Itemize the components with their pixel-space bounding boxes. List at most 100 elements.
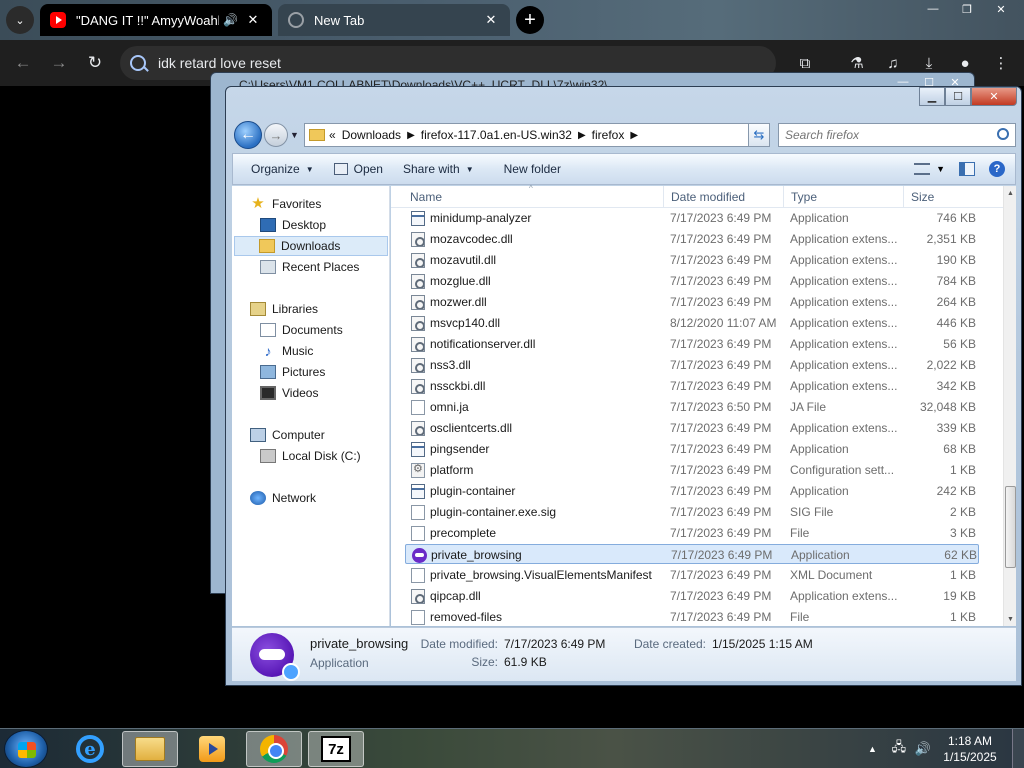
media-control-icon[interactable]: ♫ [882, 52, 904, 74]
sidebar-item-libraries[interactable]: Libraries [250, 299, 318, 319]
share-with-button[interactable]: Share with ▼ [393, 156, 484, 182]
omnibox-input[interactable] [158, 55, 758, 71]
scroll-down-arrow-icon[interactable]: ▼ [1004, 612, 1017, 626]
file-row[interactable]: plugin-container 7/17/2023 6:49 PM Applica… [405, 481, 979, 501]
help-icon[interactable]: ? [989, 161, 1005, 177]
file-row[interactable]: osclientcerts.dll 7/17/2023 6:49 PM Applic… [405, 418, 979, 438]
taskbar-windows-explorer[interactable] [122, 731, 178, 767]
chevron-right-icon[interactable]: ▶ [407, 130, 415, 141]
maximize-button[interactable]: ☐ [945, 87, 971, 106]
breadcrumb-downloads[interactable]: Downloads [342, 128, 401, 142]
scroll-up-arrow-icon[interactable]: ▲ [1004, 186, 1017, 200]
file-row[interactable]: omni.ja 7/17/2023 6:50 PM JA File 32,048 KB [405, 397, 979, 417]
file-row[interactable]: msvcp140.dll 8/12/2020 11:07 AM Applicatio… [405, 313, 979, 333]
sidebar-item-computer[interactable]: Computer [250, 425, 325, 445]
sidebar-item-desktop[interactable]: Desktop [260, 215, 326, 235]
file-size: 342 KB [936, 379, 976, 393]
chevron-right-icon[interactable]: ▶ [630, 130, 638, 141]
file-row[interactable]: private_browsing.VisualElementsManifest 7… [405, 565, 979, 585]
file-row[interactable]: nss3.dll 7/17/2023 6:49 PM Application ext… [405, 355, 979, 375]
sidebar-item-documents[interactable]: Documents [260, 320, 343, 340]
column-header-size[interactable]: Size [911, 190, 934, 204]
file-row[interactable]: qipcap.dll 7/17/2023 6:49 PM Application e… [405, 586, 979, 606]
sidebar-item-favorites[interactable]: ★ Favorites [250, 194, 321, 214]
tab-search-button[interactable]: ⌄ [6, 6, 34, 34]
show-hidden-icons-icon[interactable]: ▲ [868, 744, 877, 754]
extensions-icon[interactable]: ⧉ [794, 52, 816, 74]
vertical-scrollbar[interactable]: ▲ ▼ [1003, 186, 1016, 626]
column-header-type[interactable]: Type [791, 190, 817, 204]
close-icon[interactable]: ✕ [482, 11, 500, 29]
new-tab-button[interactable]: + [516, 6, 544, 34]
taskbar-7zip[interactable]: 7z [308, 731, 364, 767]
download-icon[interactable]: ⤓ [918, 52, 940, 74]
organize-button[interactable]: Organize ▼ [241, 156, 324, 182]
sidebar-item-recent-places[interactable]: Recent Places [260, 257, 359, 277]
file-row[interactable]: nssckbi.dll 7/17/2023 6:49 PM Application … [405, 376, 979, 396]
column-divider[interactable] [663, 186, 664, 208]
tab-youtube[interactable]: "DANG IT !!" AmyyWoahh 🔊 ✕ [40, 4, 272, 36]
back-button[interactable]: ← [234, 121, 262, 149]
sidebar-item-pictures[interactable]: Pictures [260, 362, 325, 382]
file-row[interactable]: mozavcodec.dll 7/17/2023 6:49 PM Applicati… [405, 229, 979, 249]
minimize-button[interactable]: — [916, 0, 950, 18]
taskbar-media-player[interactable] [184, 731, 240, 767]
flask-icon[interactable]: ⚗ [846, 52, 868, 74]
close-icon[interactable]: ✕ [244, 11, 262, 29]
volume-icon[interactable]: 🔊 [915, 741, 931, 756]
file-row[interactable]: mozwer.dll 7/17/2023 6:49 PM Application e… [405, 292, 979, 312]
clock[interactable]: 1:18 AM 1/15/2025 [938, 733, 1002, 765]
file-row[interactable]: private_browsing 7/17/2023 6:49 PM Applica… [405, 544, 979, 564]
reload-icon[interactable]: ↻ [82, 50, 108, 76]
tab-new-tab[interactable]: New Tab ✕ [278, 4, 510, 36]
file-row[interactable]: mozavutil.dll 7/17/2023 6:49 PM Applicatio… [405, 250, 979, 270]
close-window-button[interactable]: ✕ [984, 0, 1018, 18]
refresh-button[interactable]: ⇆ [748, 123, 770, 147]
sidebar-item-network[interactable]: Network [250, 488, 316, 508]
search-field[interactable] [778, 123, 1016, 147]
file-row[interactable]: mozglue.dll 7/17/2023 6:49 PM Application … [405, 271, 979, 291]
forward-button[interactable]: → [264, 123, 288, 147]
speaker-icon[interactable]: 🔊 [223, 13, 238, 27]
minimize-button[interactable]: ▁ [919, 87, 945, 106]
file-row[interactable]: platform 7/17/2023 6:49 PM Configuration s… [405, 460, 979, 480]
breadcrumb-firefox-archive[interactable]: firefox-117.0a1.en-US.win32 [421, 128, 572, 142]
search-input[interactable] [785, 128, 985, 142]
back-arrow-icon[interactable]: ← [10, 50, 36, 76]
recent-pages-dropdown[interactable]: ▼ [290, 130, 299, 140]
profile-icon[interactable]: ● [954, 52, 976, 74]
menu-kebab-icon[interactable]: ⋮ [990, 52, 1012, 74]
chevron-right-icon[interactable]: ▶ [578, 130, 586, 141]
file-row[interactable]: pingsender 7/17/2023 6:49 PM Application 68… [405, 439, 979, 459]
chevron-down-icon[interactable]: ▼ [936, 164, 945, 174]
start-button[interactable] [4, 730, 48, 768]
sidebar-item-downloads[interactable]: Downloads [234, 236, 388, 256]
restore-button[interactable]: ❐ [950, 0, 984, 18]
column-divider[interactable] [903, 186, 904, 208]
file-row[interactable]: minidump-analyzer 7/17/2023 6:49 PM Applic… [405, 208, 979, 228]
file-row[interactable]: notificationserver.dll 7/17/2023 6:49 PM A… [405, 334, 979, 354]
column-header-name[interactable]: Name [410, 190, 442, 204]
sidebar-item-local-disk[interactable]: Local Disk (C:) [260, 446, 361, 466]
taskbar-chrome[interactable] [246, 731, 302, 767]
scrollbar-thumb[interactable] [1005, 486, 1016, 568]
network-tray-icon[interactable]: 🖧 [891, 739, 907, 756]
taskbar-internet-explorer[interactable]: e [62, 731, 118, 767]
column-header-date[interactable]: Date modified [671, 190, 745, 204]
view-options-icon[interactable] [914, 163, 931, 175]
open-button[interactable]: Open [324, 156, 393, 182]
show-desktop-button[interactable] [1012, 729, 1024, 768]
breadcrumb-firefox[interactable]: firefox [592, 128, 625, 142]
file-row[interactable]: removed-files 7/17/2023 6:49 PM File 1 KB [405, 607, 979, 626]
file-row[interactable]: plugin-container.exe.sig 7/17/2023 6:49 P… [405, 502, 979, 522]
file-row[interactable]: precomplete 7/17/2023 6:49 PM File 3 KB [405, 523, 979, 543]
breadcrumb-overflow[interactable]: « [329, 128, 336, 142]
preview-pane-icon[interactable] [959, 162, 975, 176]
new-folder-button[interactable]: New folder [494, 156, 571, 182]
forward-arrow-icon[interactable]: → [46, 50, 72, 76]
close-button[interactable]: ✕ [971, 87, 1017, 106]
sidebar-item-videos[interactable]: Videos [260, 383, 318, 403]
column-divider[interactable] [783, 186, 784, 208]
breadcrumb[interactable]: « Downloads ▶ firefox-117.0a1.en-US.win3… [304, 123, 770, 147]
sidebar-item-music[interactable]: ♪ Music [260, 341, 314, 361]
